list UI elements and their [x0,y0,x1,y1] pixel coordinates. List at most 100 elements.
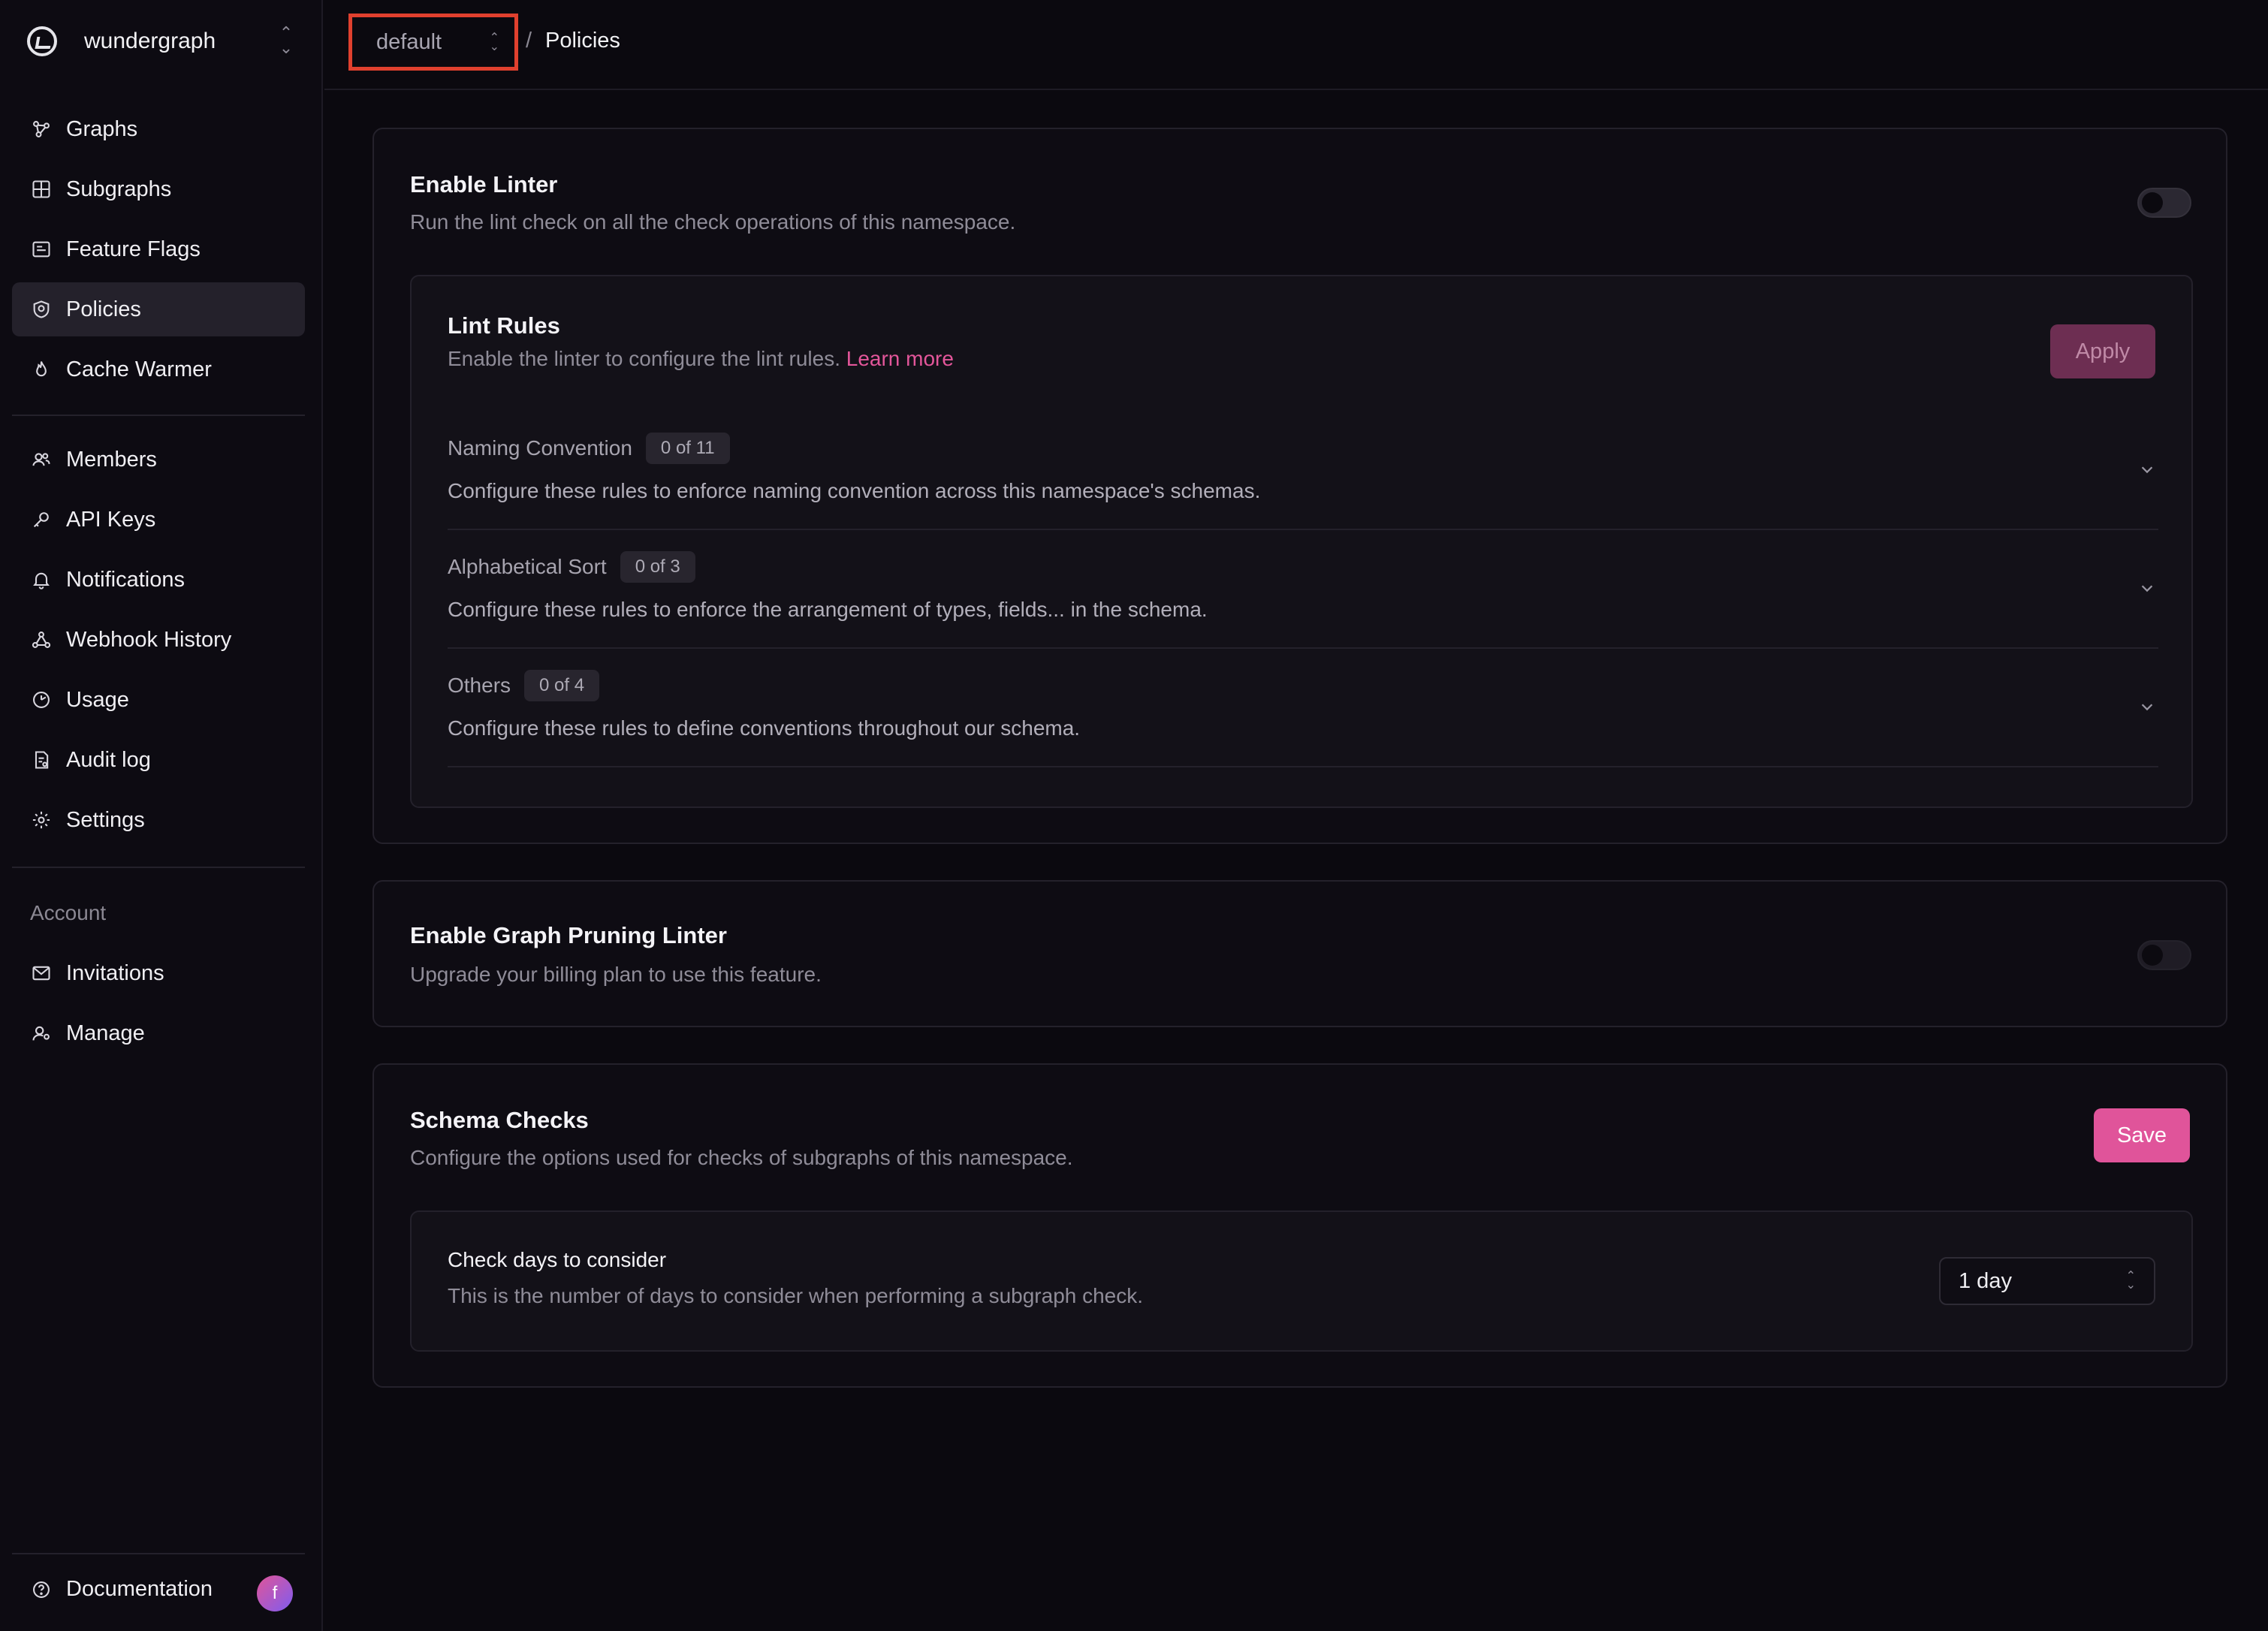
user-manage-icon [30,1022,53,1045]
account-nav: Invitations Manage [12,946,305,1066]
chevron-up-down-icon: ⌃ ⌄ [279,23,294,57]
sidebar-item-label: Webhook History [66,627,232,652]
sidebar-item-label: Subgraphs [66,176,172,201]
breadcrumb-current: Policies [545,29,620,53]
lint-group-count-badge: 0 of 3 [620,551,695,583]
account-section-label: Account [30,901,107,924]
app-root: wundergraph ⌃ ⌄ Graphs Subgraphs Feature… [0,0,2268,1631]
sidebar-item-webhook-history[interactable]: Webhook History [12,613,305,667]
chevron-down-icon [2141,704,2153,711]
sidebar-item-manage[interactable]: Manage [12,1006,305,1060]
graph-pruning-description: Upgrade your billing plan to use this fe… [410,963,822,986]
sidebar-item-label: Feature Flags [66,237,201,261]
lint-group-name: Others [448,674,511,697]
sidebar-item-graphs[interactable]: Graphs [12,102,305,156]
sidebar-item-subgraphs[interactable]: Subgraphs [12,162,305,216]
shield-icon [30,298,53,321]
webhook-icon [30,629,53,651]
sidebar-item-invitations[interactable]: Invitations [12,946,305,1000]
org-name: wundergraph [84,29,216,53]
key-icon [30,508,53,531]
flame-icon [30,358,53,381]
lint-rules-description-text: Enable the linter to configure the lint … [448,347,840,370]
sidebar-item-label: Members [66,447,157,472]
documentation-label: Documentation [66,1577,213,1601]
org-switcher[interactable]: wundergraph ⌃ ⌄ [27,23,297,60]
lint-group-others[interactable]: Others 0 of 4 Configure these rules to d… [448,649,2158,767]
namespace-value: default [376,29,442,54]
lint-group-header: Others 0 of 4 [448,670,600,701]
lint-group-description: Configure these rules to enforce naming … [448,479,1261,502]
graph-pruning-card: Enable Graph Pruning Linter Upgrade your… [372,880,2227,1027]
lint-group-name: Alphabetical Sort [448,555,607,578]
sidebar-item-label: Cache Warmer [66,357,212,381]
schema-checks-card: Schema Checks Configure the options used… [372,1063,2227,1388]
chevron-up-down-icon: ⌃ ⌄ [2125,1270,2136,1292]
sidebar-item-notifications[interactable]: Notifications [12,553,305,607]
schema-checks-title: Schema Checks [410,1107,589,1133]
graph-pruning-toggle[interactable] [2137,940,2191,970]
sidebar-item-cache-warmer[interactable]: Cache Warmer [12,342,305,396]
schema-checks-description: Configure the options used for checks of… [410,1146,1073,1169]
grid-icon [30,178,53,200]
linter-card: Enable Linter Run the lint check on all … [372,128,2227,844]
lint-group-count-badge: 0 of 4 [524,670,600,701]
check-days-panel: Check days to consider This is the numbe… [410,1210,2193,1352]
lint-group-count-badge: 0 of 11 [645,433,730,464]
apply-button[interactable]: Apply [2050,324,2155,378]
sidebar-divider [12,415,305,416]
sidebar-divider [12,867,305,868]
linter-toggle[interactable] [2137,188,2191,218]
linter-description: Run the lint check on all the check oper… [410,210,1016,234]
sidebar-item-feature-flags[interactable]: Feature Flags [12,222,305,276]
lint-group-header: Naming Convention 0 of 11 [448,433,730,464]
sidebar-item-label: API Keys [66,507,156,532]
bell-icon [30,568,53,591]
help-circle-icon [30,1578,53,1601]
sidebar-item-policies[interactable]: Policies [12,282,305,336]
main-nav: Graphs Subgraphs Feature Flags Policies [12,102,305,402]
audit-icon [30,749,53,771]
usage-icon [30,689,53,711]
sidebar-item-label: Graphs [66,116,138,141]
lint-group-name: Naming Convention [448,436,632,460]
lint-group-alphabetical-sort[interactable]: Alphabetical Sort 0 of 3 Configure these… [448,530,2158,649]
sidebar-item-label: Invitations [66,960,164,985]
chevron-down-icon [2141,585,2153,592]
page-header: default ⌃ ⌄ / Policies [324,0,2268,90]
lint-rules-panel: Lint Rules Enable the linter to configur… [410,275,2193,808]
sidebar-item-label: Manage [66,1021,145,1045]
learn-more-link[interactable]: Learn more [846,347,954,370]
graph-pruning-title: Enable Graph Pruning Linter [410,922,727,948]
sidebar-item-usage[interactable]: Usage [12,673,305,727]
org-nav: Members API Keys Notifications Webhook H… [12,433,305,853]
save-button[interactable]: Save [2094,1108,2190,1162]
breadcrumb-separator: / [526,29,532,53]
user-avatar[interactable]: f [257,1575,293,1611]
lint-group-header: Alphabetical Sort 0 of 3 [448,551,695,583]
flag-card-icon [30,238,53,261]
sidebar-item-label: Notifications [66,567,185,592]
wundergraph-logo-icon [27,26,57,56]
lint-group-naming-convention[interactable]: Naming Convention 0 of 11 Configure thes… [448,412,2158,530]
sidebar-item-audit-log[interactable]: Audit log [12,733,305,787]
sidebar-item-settings[interactable]: Settings [12,793,305,847]
sidebar: wundergraph ⌃ ⌄ Graphs Subgraphs Feature… [0,0,323,1631]
sidebar-item-label: Settings [66,807,145,832]
linter-title: Enable Linter [410,171,558,197]
members-icon [30,448,53,471]
lint-rules-description: Enable the linter to configure the lint … [448,347,954,371]
sidebar-item-api-keys[interactable]: API Keys [12,493,305,547]
check-days-title: Check days to consider [448,1248,667,1271]
graph-icon [30,118,53,140]
lint-rules-title: Lint Rules [448,312,560,339]
namespace-select[interactable]: default ⌃ ⌄ [348,14,518,71]
sidebar-item-label: Policies [66,297,141,321]
check-days-select[interactable]: 1 day ⌃ ⌄ [1939,1257,2155,1305]
mail-icon [30,962,53,984]
sidebar-item-label: Audit log [66,747,151,772]
sidebar-item-label: Usage [66,687,129,712]
sidebar-item-members[interactable]: Members [12,433,305,487]
documentation-link[interactable]: Documentation [30,1577,213,1602]
sidebar-footer-divider [12,1553,305,1554]
